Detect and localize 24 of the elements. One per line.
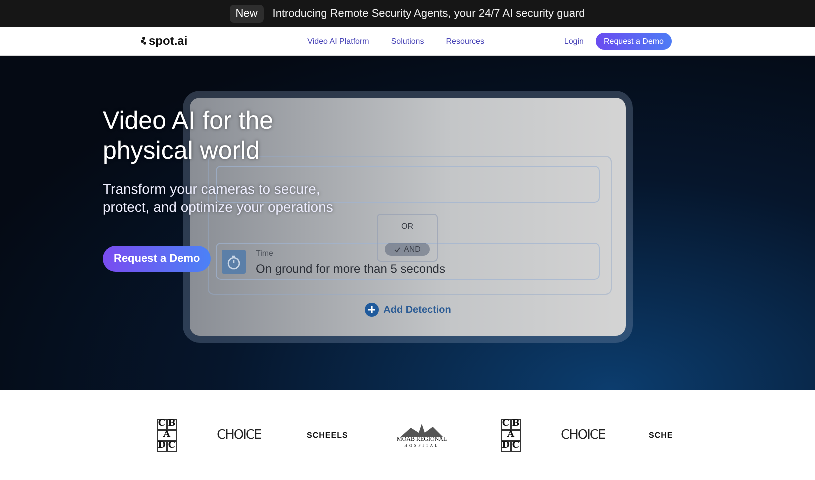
choice-logo: CHOICE: [217, 428, 262, 442]
condition-label: Time: [256, 249, 274, 258]
hero-title: Video AI for the physical world: [103, 106, 274, 166]
operator-option[interactable]: OR: [392, 220, 422, 233]
stopwatch-icon: [227, 255, 241, 270]
new-badge: New: [230, 4, 264, 22]
checkmark-icon: [394, 246, 402, 252]
nav-link[interactable]: Video AI Platform: [308, 36, 370, 46]
logo-dots-icon: [141, 37, 147, 45]
login-link[interactable]: Login: [564, 36, 584, 46]
logo-text[interactable]: spot.ai: [149, 34, 188, 48]
add-detection-link[interactable]: Add Detection: [384, 304, 452, 316]
nav-link[interactable]: Solutions: [391, 36, 424, 46]
scheels-logo: SCHEELS: [307, 430, 348, 440]
cbadc-logo: C B A D C: [157, 418, 177, 452]
condition-value: On ground for more than 5 seconds: [256, 262, 446, 276]
cbadc-logo: C B A D C: [501, 418, 521, 452]
request-demo-button[interactable]: Request a Demo: [596, 32, 672, 50]
scheels-logo: SCHE: [649, 430, 674, 440]
nav-link[interactable]: Resources: [446, 36, 485, 46]
choice-logo: CHOICE: [561, 428, 606, 442]
announcement-text[interactable]: Introducing Remote Security Agents, your 24/7 AI security guard: [272, 8, 586, 20]
request-demo-button[interactable]: Request a Demo: [103, 246, 212, 272]
plus-circle-icon[interactable]: [364, 303, 379, 317]
